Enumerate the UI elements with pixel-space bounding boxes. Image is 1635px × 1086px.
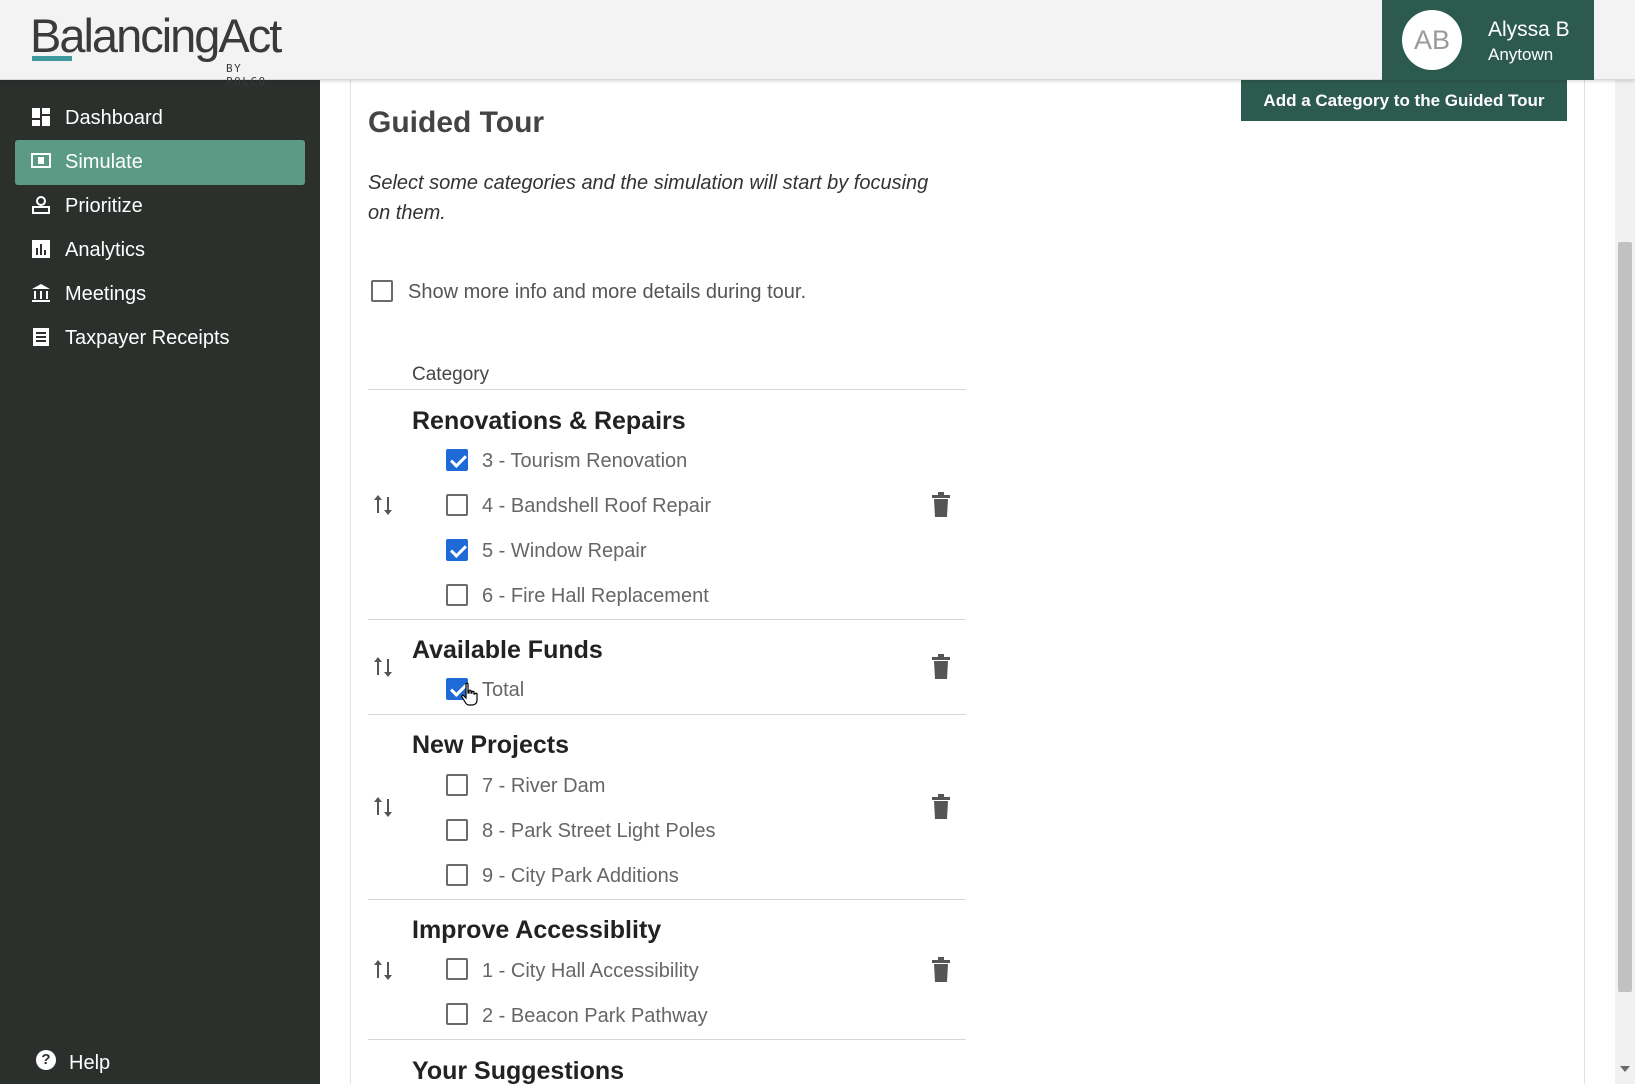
item-label: 8 - Park Street Light Poles bbox=[482, 820, 716, 842]
item-checkbox[interactable] bbox=[446, 494, 468, 516]
scrollbar-thumb[interactable] bbox=[1618, 242, 1632, 992]
item-checkbox[interactable] bbox=[446, 864, 468, 886]
sidebar-item-label: Prioritize bbox=[65, 195, 143, 217]
scroll-down-arrow-icon[interactable] bbox=[1620, 1066, 1630, 1072]
page-title: Guided Tour bbox=[368, 106, 545, 139]
sidebar-item-prioritize[interactable]: Prioritize bbox=[15, 184, 305, 229]
trash-icon[interactable] bbox=[930, 957, 952, 983]
logo-accent bbox=[32, 56, 72, 61]
divider bbox=[368, 1039, 966, 1040]
sidebar-item-simulate[interactable]: Simulate bbox=[15, 140, 305, 185]
sidebar-item-dashboard[interactable]: Dashboard bbox=[15, 96, 305, 141]
item-label: 2 - Beacon Park Pathway bbox=[482, 1005, 708, 1027]
hand-cursor-icon bbox=[461, 682, 478, 706]
simulate-icon bbox=[31, 153, 51, 168]
logo-subtitle: BY POLCO bbox=[226, 62, 267, 88]
sidebar-item-label: Analytics bbox=[65, 239, 146, 261]
divider bbox=[368, 714, 966, 715]
item-label: 9 - City Park Additions bbox=[482, 865, 679, 887]
item-label: 1 - City Hall Accessibility bbox=[482, 960, 699, 982]
reorder-icon[interactable] bbox=[372, 958, 394, 982]
reorder-icon[interactable] bbox=[372, 493, 394, 517]
sidebar-item-label: Meetings bbox=[65, 283, 147, 305]
reorder-icon[interactable] bbox=[372, 795, 394, 819]
item-label: 7 - River Dam bbox=[482, 775, 606, 797]
user-name: Alyssa B bbox=[1488, 18, 1570, 41]
sidebar-item-analytics[interactable]: Analytics bbox=[15, 228, 305, 273]
sidebar-item-label: Dashboard bbox=[65, 107, 163, 129]
item-label: Total bbox=[482, 679, 525, 701]
page-scrollbar[interactable] bbox=[1615, 80, 1635, 1084]
receipt-icon bbox=[33, 328, 49, 346]
item-checkbox[interactable] bbox=[446, 774, 468, 796]
sidebar: Dashboard Simulate Prioritize Analytics … bbox=[0, 80, 320, 1084]
sidebar-item-taxpayer-receipts[interactable]: Taxpayer Receipts bbox=[15, 316, 305, 361]
item-label: 6 - Fire Hall Replacement bbox=[482, 585, 709, 607]
help-label: Help bbox=[69, 1052, 111, 1074]
divider bbox=[368, 619, 966, 620]
dashboard-icon bbox=[32, 108, 50, 126]
analytics-icon bbox=[32, 240, 50, 258]
divider bbox=[368, 389, 966, 390]
item-checkbox[interactable] bbox=[446, 819, 468, 841]
category-title: Improve Accessiblity bbox=[412, 916, 662, 944]
item-checkbox[interactable] bbox=[446, 584, 468, 606]
item-label: 3 - Tourism Renovation bbox=[482, 450, 688, 472]
item-checkbox[interactable] bbox=[446, 449, 468, 471]
trash-icon[interactable] bbox=[930, 492, 952, 518]
user-town: Anytown bbox=[1488, 45, 1554, 64]
item-label: 5 - Window Repair bbox=[482, 540, 647, 562]
show-more-label: Show more info and more details during t… bbox=[408, 281, 806, 303]
trash-icon[interactable] bbox=[930, 794, 952, 820]
help-icon: ? bbox=[36, 1050, 56, 1070]
item-label: 4 - Bandshell Roof Repair bbox=[482, 495, 712, 517]
category-title: New Projects bbox=[412, 731, 570, 759]
balancingact-logo[interactable]: BalancingAct BY POLCO bbox=[30, 8, 290, 88]
category-title: Your Suggestions bbox=[412, 1057, 625, 1085]
item-checkbox[interactable] bbox=[446, 1003, 468, 1025]
top-bar: BalancingAct BY POLCO AB Alyssa B Anytow… bbox=[0, 0, 1635, 88]
reorder-icon[interactable] bbox=[372, 655, 394, 679]
item-checkbox[interactable] bbox=[446, 958, 468, 980]
page-description: Select some categories and the simulatio… bbox=[368, 172, 929, 224]
prioritize-icon bbox=[32, 196, 50, 214]
sidebar-item-label: Taxpayer Receipts bbox=[65, 327, 230, 349]
sidebar-item-meetings[interactable]: Meetings bbox=[15, 272, 305, 317]
category-title: Available Funds bbox=[412, 636, 603, 664]
category-title: Renovations & Repairs bbox=[412, 407, 686, 435]
user-menu[interactable]: AB Alyssa B Anytown bbox=[1382, 0, 1594, 80]
trash-icon[interactable] bbox=[930, 654, 952, 680]
divider bbox=[368, 899, 966, 900]
meetings-icon bbox=[32, 284, 50, 302]
category-column-header: Category bbox=[412, 364, 490, 385]
avatar: AB bbox=[1402, 10, 1462, 70]
add-category-button[interactable]: Add a Category to the Guided Tour bbox=[1241, 80, 1567, 121]
logo-text: BalancingAct bbox=[30, 9, 282, 62]
show-more-checkbox[interactable] bbox=[371, 280, 393, 302]
item-checkbox[interactable] bbox=[446, 539, 468, 561]
sidebar-item-label: Simulate bbox=[65, 151, 143, 173]
